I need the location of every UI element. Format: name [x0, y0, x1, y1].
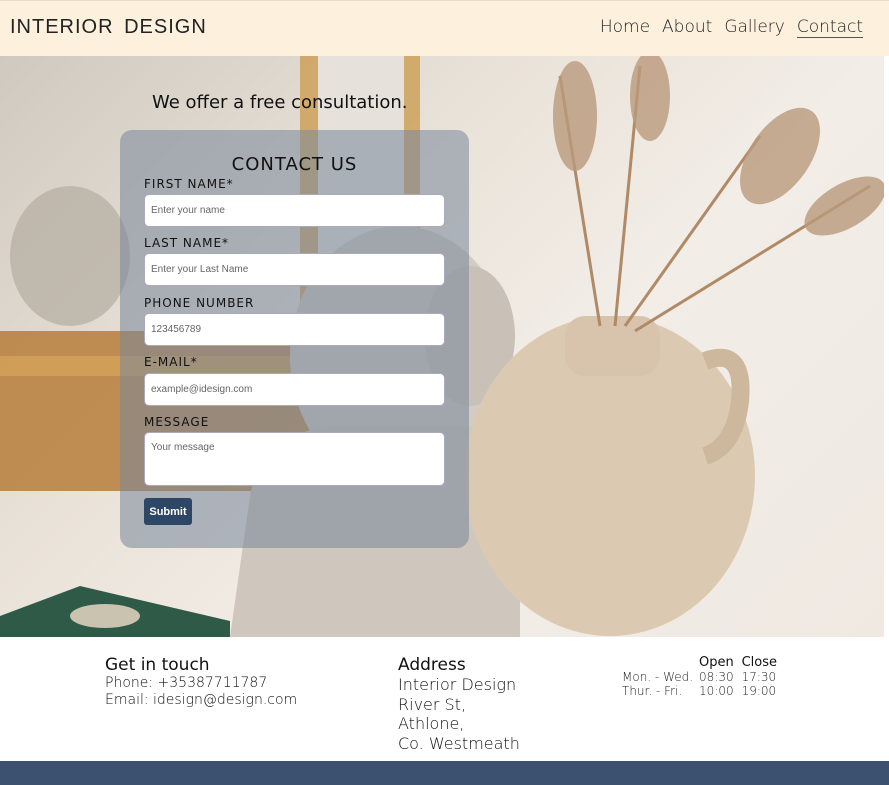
hours-row: Thur. - Fri. 10:00 19:00 [622, 684, 777, 698]
submit-button[interactable]: Submit [144, 498, 192, 525]
hours-close: 17:30 [741, 670, 777, 684]
nav-home[interactable]: Home [600, 17, 650, 38]
hours-close: 19:00 [741, 684, 777, 698]
bottom-bar [0, 761, 889, 785]
hours-header-close: Close [741, 655, 778, 670]
hero-section: We offer a free consultation. CONTACT US… [0, 56, 884, 637]
main-nav: Home About Gallery Contact [600, 17, 863, 38]
site-logo[interactable]: INTERIOR DESIGN [10, 16, 207, 39]
hours-header-row: Open Close [622, 655, 777, 670]
first-name-input[interactable] [144, 194, 445, 227]
message-textarea[interactable] [144, 432, 445, 486]
page: INTERIOR DESIGN Home About Gallery Conta… [0, 0, 889, 785]
address-line: Athlone, [398, 714, 465, 733]
hours-day: Mon. - Wed. [622, 670, 694, 684]
first-name-label: FIRST NAME* [144, 177, 234, 191]
nav-gallery[interactable]: Gallery [724, 17, 785, 38]
hours-header-open: Open [699, 655, 734, 670]
site-header: INTERIOR DESIGN Home About Gallery Conta… [0, 0, 889, 56]
hours-day: Thur. - Fri. [622, 684, 683, 698]
address-line: Interior Design [398, 675, 517, 694]
message-label: MESSAGE [144, 415, 210, 429]
address-heading: Address [398, 655, 466, 675]
get-in-touch-heading: Get in touch [105, 655, 210, 675]
nav-contact[interactable]: Contact [796, 17, 863, 38]
last-name-input[interactable] [144, 253, 445, 286]
address-line: Co. Westmeath [398, 733, 520, 753]
footer-info: Get in touch Phone: +35387711787 Email: … [0, 637, 889, 761]
opening-hours-table: Open Close Mon. - Wed. 08:30 17:30 Thur.… [622, 655, 777, 698]
email-input[interactable] [144, 373, 445, 406]
hours-header-day [622, 655, 699, 670]
contact-column: Get in touch Phone: +35387711787 Email: … [105, 655, 297, 709]
footer-phone: Phone: +35387711787 [105, 675, 268, 691]
nav-about[interactable]: About [662, 17, 712, 38]
address-column: Address Interior Design River St, Athlon… [398, 655, 520, 753]
hours-row: Mon. - Wed. 08:30 17:30 [622, 670, 777, 684]
contact-form: CONTACT US FIRST NAME* LAST NAME* PHONE … [120, 130, 469, 548]
address-line: River St, [398, 694, 467, 714]
footer-email[interactable]: Email: idesign@design.com [105, 692, 297, 709]
hours-open: 10:00 [699, 684, 734, 698]
last-name-label: LAST NAME* [144, 236, 230, 250]
phone-label: PHONE NUMBER [144, 296, 255, 310]
phone-input[interactable] [144, 313, 445, 346]
hours-open: 08:30 [699, 670, 734, 684]
form-title: CONTACT US [231, 154, 358, 175]
email-label: E-MAIL* [144, 355, 198, 369]
hero-tagline: We offer a free consultation. [152, 92, 408, 113]
